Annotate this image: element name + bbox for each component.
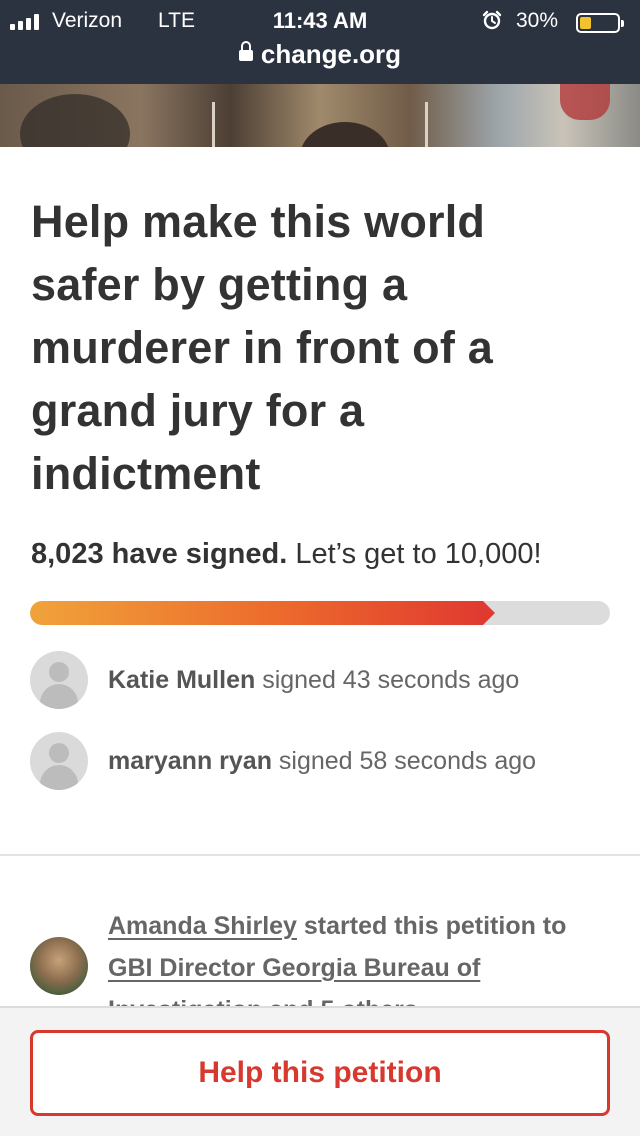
starter-middle-text: started this petition to [296,912,567,940]
url-text: change.org [260,38,402,69]
recent-signer-row: maryann ryan signed 58 seconds ago [30,732,536,790]
status-bar: Verizon LTE 11:43 AM 30% [0,6,640,36]
avatar-placeholder-icon [30,732,88,790]
signature-count: 8,023 have signed. Let’s get to 10,000! [31,538,542,571]
goal-text: Let’s get to 10,000! [287,538,542,570]
signer-name: Katie Mullen [108,665,256,694]
battery-icon [576,13,624,33]
recent-signer-row: Katie Mullen signed 43 seconds ago [30,651,519,709]
lock-icon [238,41,253,64]
status-and-url-bar: Verizon LTE 11:43 AM 30% change.org [0,0,640,84]
signer-name: maryann ryan [108,746,272,775]
battery-level [580,17,591,29]
battery-percent: 30% [516,9,559,32]
signer-action: signed 58 seconds ago [271,746,537,775]
sticky-footer: Help this petition [0,1006,640,1136]
petition-title: Help make this world safer by getting a … [31,196,493,499]
starter-avatar[interactable] [30,937,88,995]
signature-progress-bar [30,601,610,625]
progress-tip [483,601,495,625]
petition-hero-image [0,84,640,147]
signed-count-text: 8,023 have signed. [31,538,288,570]
url-bar[interactable]: change.org [0,36,640,72]
avatar-placeholder-icon [30,651,88,709]
section-divider [0,854,640,856]
help-petition-button[interactable]: Help this petition [30,1030,610,1116]
signer-action: signed 43 seconds ago [255,665,520,694]
starter-name-link[interactable]: Amanda Shirley [108,912,297,940]
progress-fill [30,601,483,625]
alarm-icon [482,10,502,30]
